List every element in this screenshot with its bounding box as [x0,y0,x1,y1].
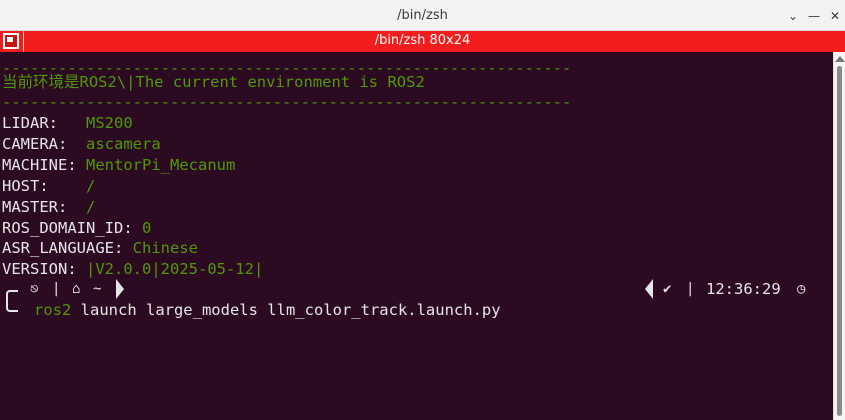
env-row-host: HOST: / [2,176,95,196]
env-value: 0 [141,219,152,237]
vertical-scrollbar[interactable] [833,52,845,420]
env-label: HOST: [2,177,86,195]
prompt-path: ~ [93,281,102,297]
linux-icon: ⎋ [30,281,39,297]
env-value: / [86,177,96,195]
prompt-separator: | [52,281,61,297]
env-row-ros-domain-id: ROS_DOMAIN_ID: 0 [2,218,151,238]
check-icon: ✔ [663,281,672,297]
tab-bar[interactable]: /bin/zsh 80x24 [0,31,845,52]
close-icon[interactable]: ✕ [827,8,843,24]
chevron-down-icon[interactable]: ⌄ [785,8,801,24]
env-value: ascamera [86,135,161,153]
clock-icon: ◷ [797,281,806,297]
prompt-arrow-left [645,279,653,299]
prompt-separator: | [686,281,695,297]
env-label: MASTER: [2,198,86,216]
scrollbar-thumb[interactable] [837,66,842,416]
tab-title[interactable]: /bin/zsh 80x24 [0,33,845,48]
prompt-corner [6,290,18,312]
env-value: / [86,198,96,216]
divider-line: ----------------------------------------… [2,93,572,111]
env-label: ROS_DOMAIN_ID: [2,219,142,237]
command-name: ros2 [34,301,72,319]
env-row-lidar: LIDAR: MS200 [2,113,133,133]
env-value: |V2.0.0|2025-05-12| [86,260,264,278]
window-titlebar[interactable]: /bin/zsh ⌄ — ✕ [0,0,845,31]
env-row-machine: MACHINE: MentorPi_Mecanum [2,155,235,175]
env-label: VERSION: [2,260,86,278]
command-args: launch large_models llm_color_track.laun… [71,301,501,319]
env-value: MS200 [86,114,133,132]
scroll-up-icon[interactable] [835,56,845,62]
env-label: CAMERA: [2,135,86,153]
env-row-master: MASTER: / [2,197,95,217]
env-label: ASR_LANGUAGE: [2,239,133,257]
env-value: MentorPi_Mecanum [86,156,236,174]
command-line[interactable]: ros2 launch large_models llm_color_track… [34,300,501,320]
terminal-output[interactable]: ----------------------------------------… [0,52,833,420]
prompt-arrow-right [116,279,124,299]
env-label: LIDAR: [2,114,86,132]
environment-banner: 当前环境是ROS2\|The current environment is RO… [2,73,425,91]
env-row-asr-language: ASR_LANGUAGE: Chinese [2,238,198,258]
env-row-camera: CAMERA: ascamera [2,134,161,154]
prompt-time: 12:36:29 [706,280,781,298]
home-icon: ⌂ [72,281,81,297]
env-value: Chinese [132,239,198,257]
env-row-version: VERSION: |V2.0.0|2025-05-12| [2,259,263,279]
env-label: MACHINE: [2,156,86,174]
minimize-icon[interactable]: — [806,8,822,24]
window-title: /bin/zsh [397,8,448,23]
